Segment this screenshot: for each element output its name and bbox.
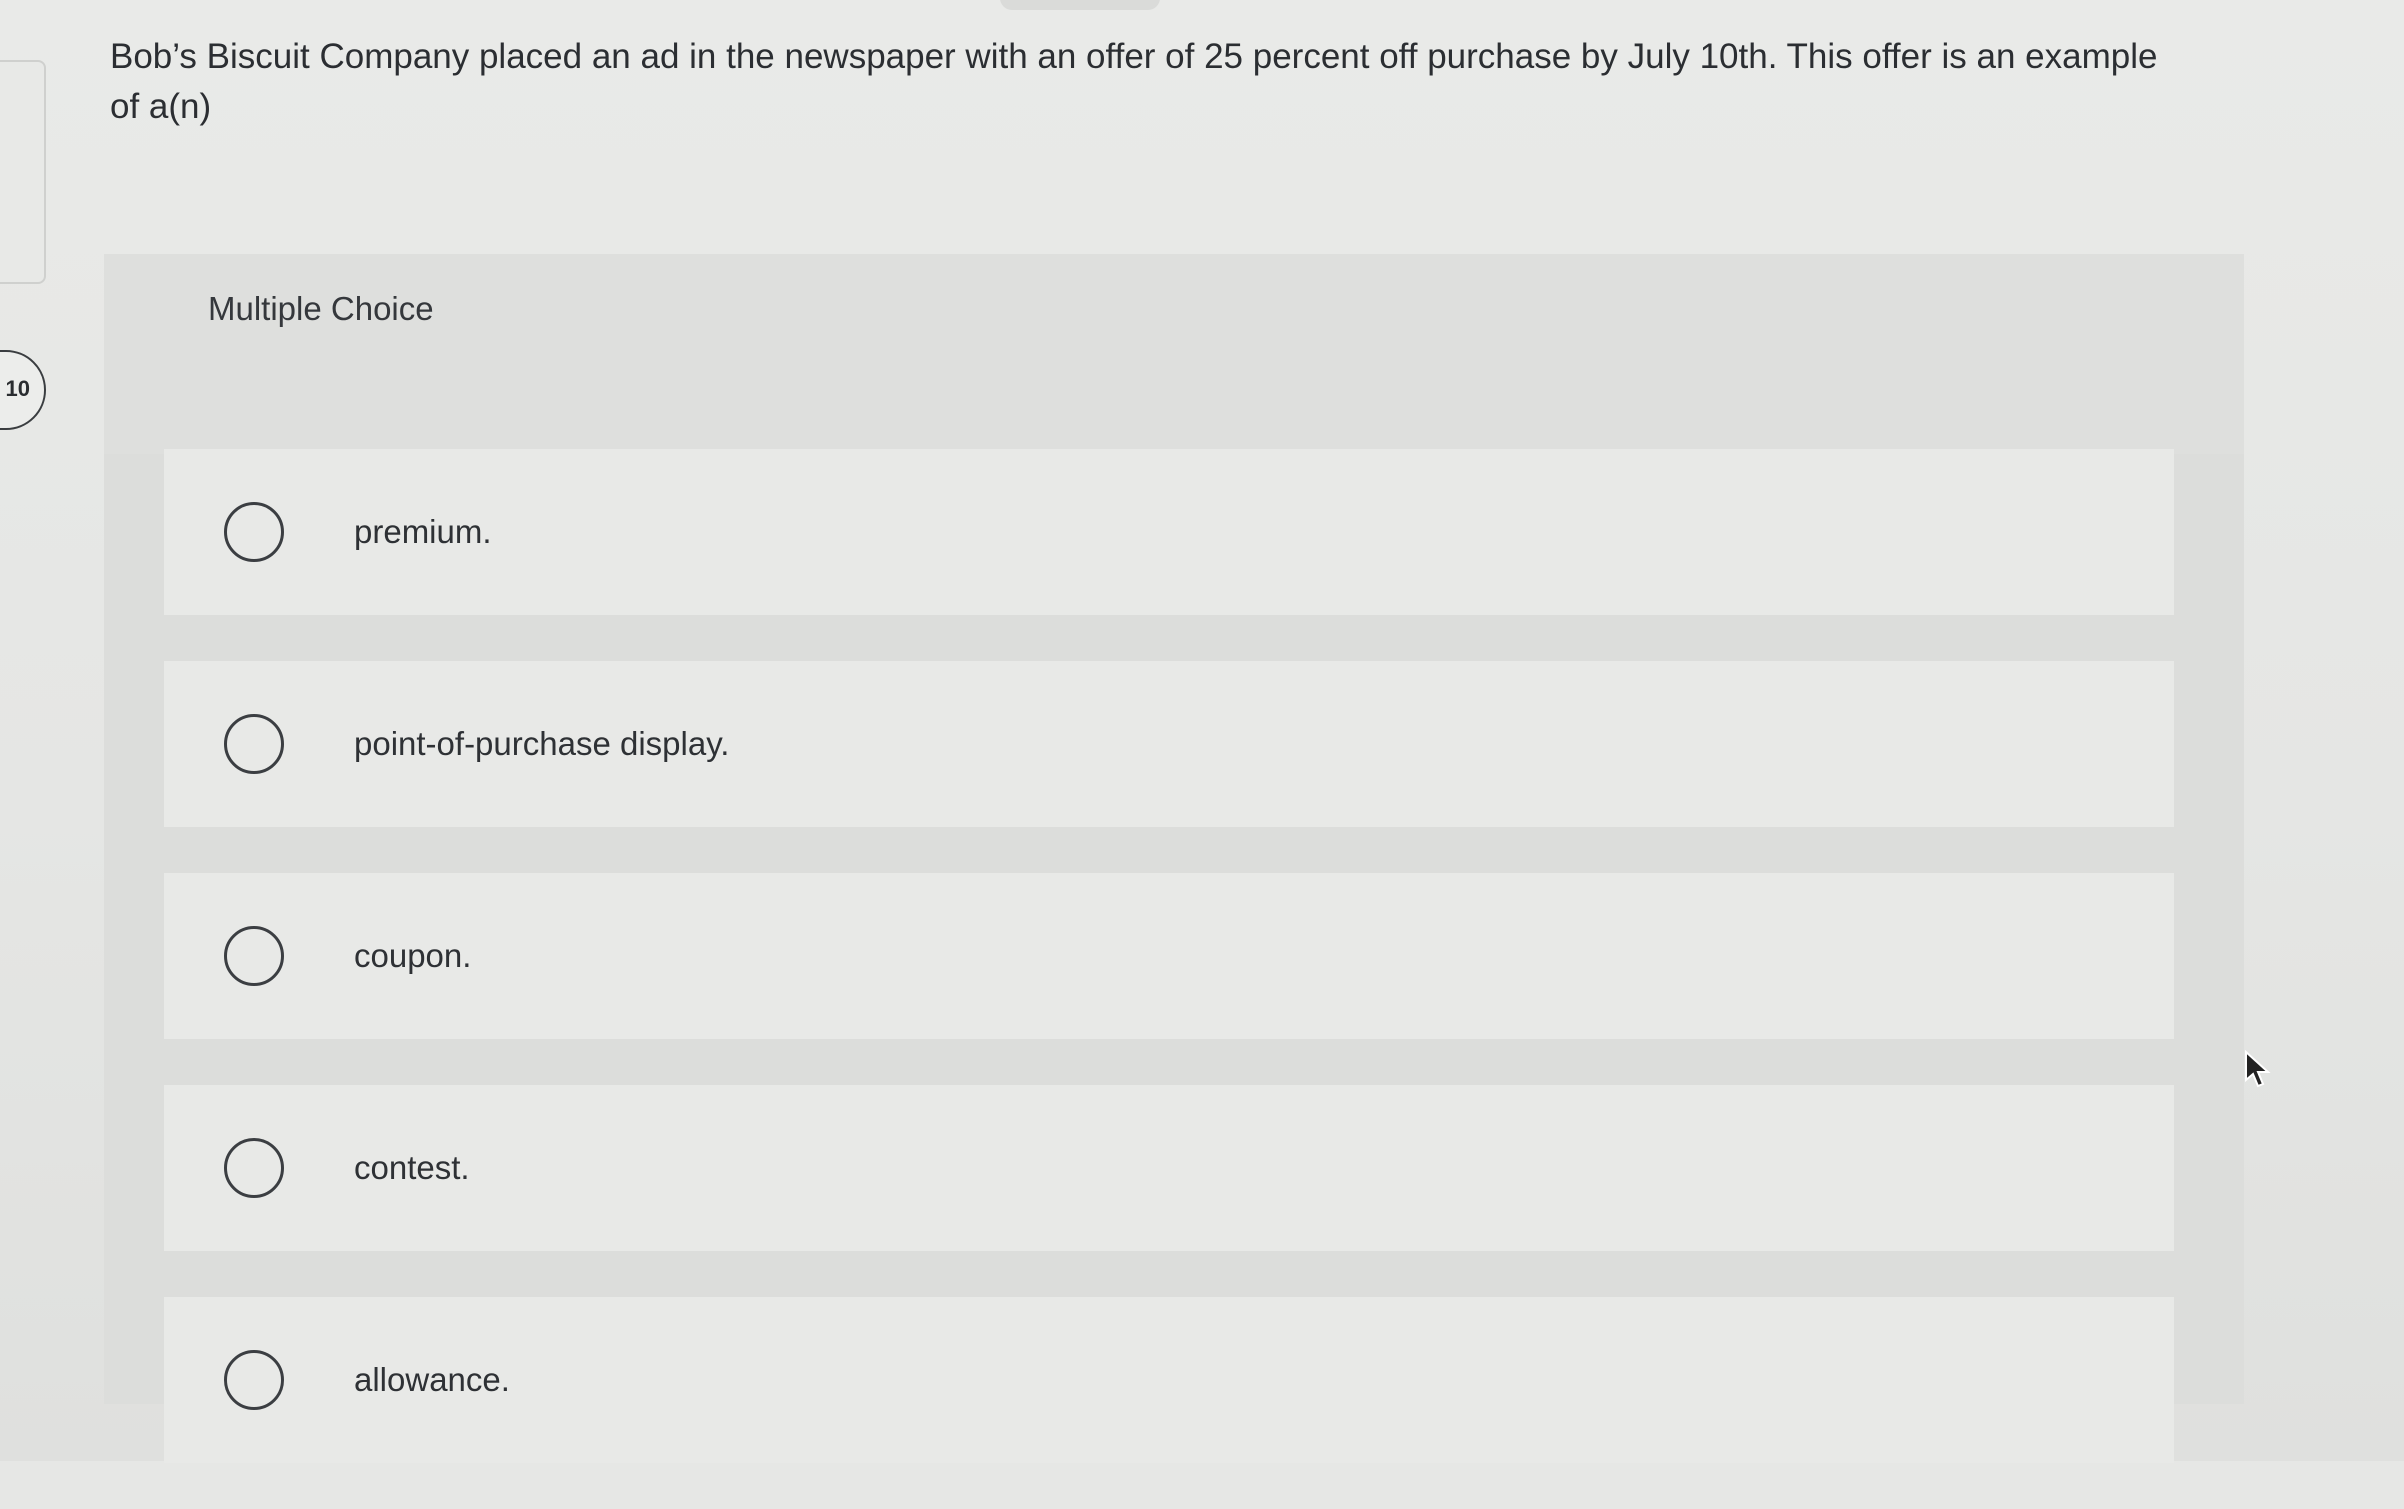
- side-navigation-panel[interactable]: [0, 60, 46, 284]
- answer-option-label: coupon.: [354, 937, 472, 974]
- choice-header: Multiple Choice: [104, 254, 2244, 454]
- answer-option-allowance[interactable]: allowance.: [164, 1297, 2174, 1463]
- answer-option-label: premium.: [354, 513, 492, 550]
- top-tab-handle: [1000, 0, 1160, 10]
- radio-button-icon[interactable]: [224, 502, 284, 562]
- answer-option-label: point-of-purchase display.: [354, 725, 730, 762]
- answer-option-point-of-purchase-display[interactable]: point-of-purchase display.: [164, 661, 2174, 827]
- answer-option-contest[interactable]: contest.: [164, 1085, 2174, 1251]
- radio-button-icon[interactable]: [224, 1138, 284, 1198]
- radio-button-icon[interactable]: [224, 714, 284, 774]
- question-type-label: Multiple Choice: [208, 290, 434, 327]
- answer-option-label: allowance.: [354, 1361, 510, 1398]
- radio-button-icon[interactable]: [224, 1350, 284, 1410]
- quiz-page: 10 Bob’s Biscuit Company placed an ad in…: [0, 0, 2404, 1463]
- question-number: 10: [5, 376, 30, 401]
- answer-option-coupon[interactable]: coupon.: [164, 873, 2174, 1039]
- answer-option-label: contest.: [354, 1149, 470, 1186]
- question-prompt: Bob’s Biscuit Company placed an ad in th…: [110, 37, 2158, 126]
- mouse-pointer-icon: [2245, 1050, 2271, 1088]
- answer-option-premium[interactable]: premium.: [164, 449, 2174, 615]
- question-number-badge[interactable]: 10: [0, 350, 46, 430]
- radio-button-icon[interactable]: [224, 926, 284, 986]
- multiple-choice-panel: Multiple Choice premium. point-of-purcha…: [104, 254, 2244, 1463]
- answer-options: premium. point-of-purchase display. coup…: [164, 449, 2174, 1509]
